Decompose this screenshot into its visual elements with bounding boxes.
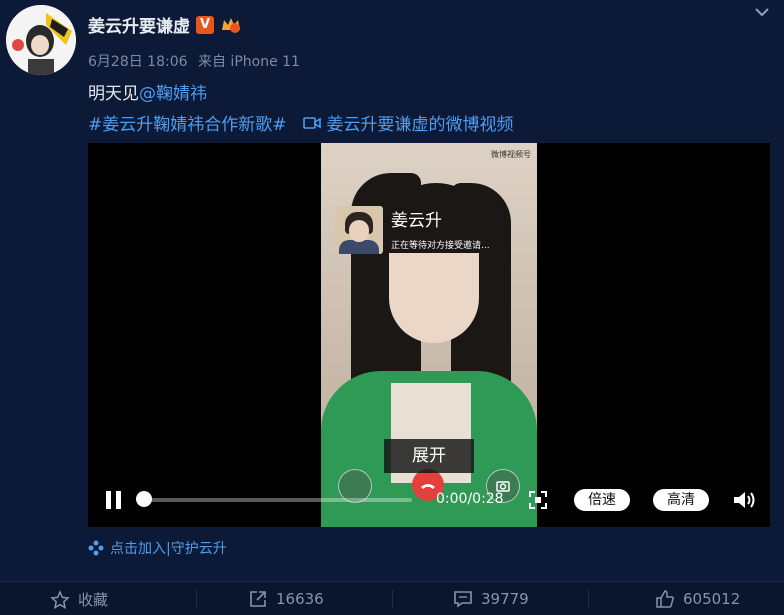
- member-crown-icon: [222, 17, 240, 33]
- join-label: 点击加入|守护云升: [110, 541, 227, 557]
- mention-link[interactable]: @鞠婧祎: [139, 84, 207, 104]
- post-source: 来自 iPhone 11: [197, 54, 300, 70]
- video-player[interactable]: 微博视频号 姜云升 正在等待对方接受邀请... 展开 0:00/0:28 倍速 …: [88, 143, 770, 527]
- comment-icon: [454, 591, 472, 608]
- comment-button[interactable]: 39779: [453, 589, 529, 609]
- fan-group-icon: [88, 540, 104, 556]
- call-overlay: 姜云升 正在等待对方接受邀请...: [335, 206, 535, 256]
- post-body: 明天见: [88, 84, 139, 104]
- video-controls: 0:00/0:28 倍速 高清: [88, 483, 770, 517]
- hashtag-link[interactable]: #姜云升鞠婧祎合作新歌#: [88, 110, 287, 135]
- favorite-label: 收藏: [78, 591, 109, 609]
- video-link[interactable]: 姜云升要谦虚的微博视频: [302, 110, 514, 135]
- progress-track[interactable]: [144, 498, 412, 502]
- video-link-label: 姜云升要谦虚的微博视频: [326, 115, 514, 135]
- caller-name: 姜云升: [391, 211, 442, 231]
- caller-status: 正在等待对方接受邀请...: [391, 241, 490, 251]
- chevron-down-icon[interactable]: [754, 6, 770, 18]
- volume-icon[interactable]: [732, 489, 756, 511]
- post-meta: 6月28日 18:06 来自 iPhone 11: [88, 51, 306, 71]
- progress-knob[interactable]: [136, 491, 152, 507]
- caller-avatar: [335, 206, 383, 254]
- star-icon: [50, 589, 70, 609]
- author-name[interactable]: 姜云升要谦虚: [88, 12, 190, 37]
- verified-badge: V: [196, 15, 214, 34]
- favorite-button[interactable]: 收藏: [50, 589, 108, 610]
- thumbs-up-icon: [656, 590, 674, 608]
- post-tags-row: #姜云升鞠婧祎合作新歌# 姜云升要谦虚的微博视频: [88, 110, 514, 135]
- expand-button[interactable]: 展开: [384, 439, 474, 473]
- speed-button[interactable]: 倍速: [574, 489, 630, 511]
- pause-icon[interactable]: [104, 489, 124, 511]
- weibo-watermark: 微博视频号: [491, 150, 531, 159]
- video-camera-icon: [302, 116, 321, 129]
- time-display: 0:00/0:28: [436, 491, 504, 507]
- quality-button[interactable]: 高清: [653, 489, 709, 511]
- share-icon: [250, 591, 266, 607]
- action-bar: 收藏 16636 39779 605012: [0, 581, 784, 615]
- avatar[interactable]: [6, 5, 76, 75]
- comment-count: 39779: [481, 590, 529, 608]
- join-fan-group[interactable]: 点击加入|守护云升: [88, 538, 227, 558]
- fullscreen-icon[interactable]: [528, 490, 548, 510]
- like-button[interactable]: 605012: [655, 589, 740, 609]
- post-text: 明天见@鞠婧祎: [88, 79, 207, 104]
- share-button[interactable]: 16636: [248, 589, 324, 609]
- like-count: 605012: [683, 590, 741, 608]
- post-date[interactable]: 6月28日 18:06: [88, 54, 188, 70]
- share-count: 16636: [276, 590, 324, 608]
- author-name-row: 姜云升要谦虚 V: [88, 12, 242, 37]
